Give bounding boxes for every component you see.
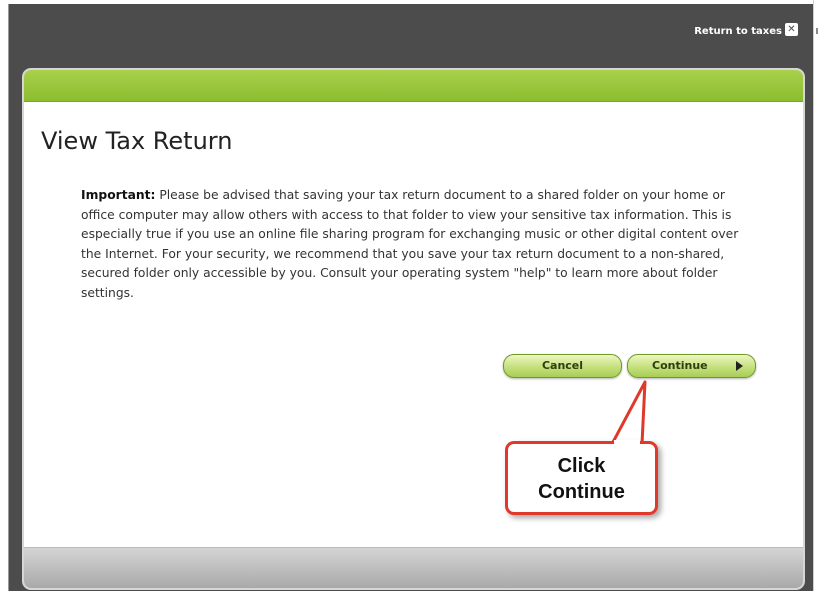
continue-button-label: Continue [652,359,708,372]
dialog-title: View Tax Return [41,127,233,155]
important-label: Important: [81,188,156,202]
close-icon[interactable]: ✕ [785,23,798,36]
click-continue-callout: Click Continue [505,441,658,515]
play-arrow-icon [736,361,743,371]
important-notice: Important: Please be advised that saving… [81,186,746,304]
scrollbar-thumb[interactable] [816,28,818,34]
view-tax-return-dialog: View Tax Return Important: Please be adv… [22,68,805,590]
dialog-footer-bar [24,547,803,588]
notice-text: Please be advised that saving your tax r… [81,188,739,300]
callout-line-2: Continue [538,481,625,503]
cancel-button[interactable]: Cancel [503,354,622,378]
dialog-header-bar [24,70,803,102]
scrollbar[interactable] [813,0,820,591]
continue-button[interactable]: Continue [627,354,756,378]
return-to-taxes-link[interactable]: Return to taxes [694,26,782,37]
callout-line-1: Click [557,455,606,477]
